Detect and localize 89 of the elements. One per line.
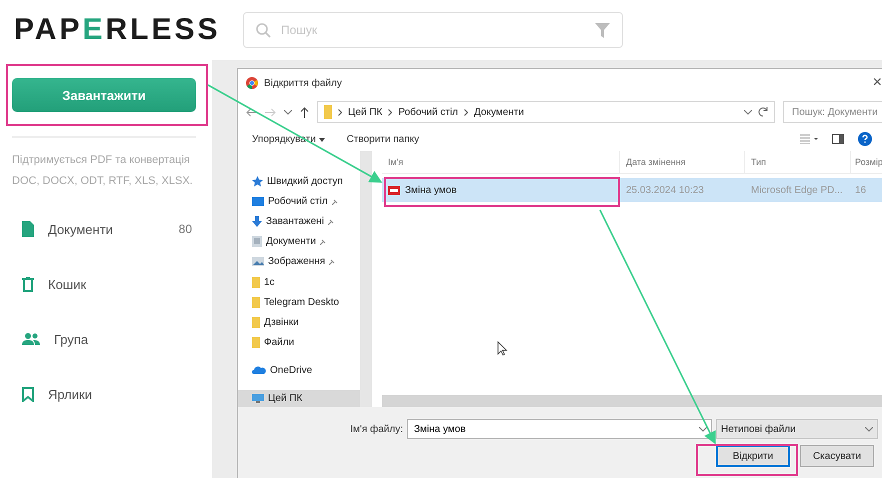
sidebar-item[interactable]: Кошик [22, 273, 192, 295]
pin-icon [329, 258, 336, 265]
chevron-down-icon[interactable] [744, 110, 752, 114]
file-row[interactable]: Зміна умов 25.03.2024 10:23 Microsoft Edge PD... 16 [382, 178, 882, 202]
chevron-down-icon [699, 426, 707, 432]
document-icon [252, 236, 262, 248]
file-date: 25.03.2024 10:23 [626, 184, 704, 196]
new-folder-button[interactable]: Створити папку [346, 134, 420, 144]
star-icon [252, 176, 263, 188]
navigation-item[interactable]: Завантажені [238, 213, 360, 230]
chevron-right-icon [338, 108, 342, 116]
dialog-title: Відкриття файлу [264, 78, 342, 88]
search-field[interactable]: Пошук [243, 12, 623, 48]
navigation-item[interactable]: Швидкий доступ [238, 173, 360, 190]
browser-logo-icon [246, 77, 258, 89]
folder-icon [252, 276, 260, 288]
bookmark-icon [22, 386, 34, 402]
address-bar[interactable]: Цей ПК Робочий стіл Документи [317, 101, 775, 123]
horizontal-scrollbar[interactable] [382, 395, 882, 407]
column-header[interactable]: Дата змінення [620, 151, 745, 173]
view-options-icon[interactable] [800, 134, 818, 144]
navigation-item[interactable]: Дзвінки [238, 314, 360, 331]
folder-icon [252, 316, 260, 328]
breadcrumb[interactable]: Документи [474, 106, 524, 118]
chevron-right-icon [464, 108, 468, 116]
up-button[interactable] [300, 106, 309, 118]
navigation-item[interactable]: Telegram Deskto [238, 294, 360, 311]
chevron-down-icon [865, 426, 873, 432]
search-input[interactable]: Пошук [279, 22, 587, 38]
picture-icon [252, 257, 264, 266]
app-logo: PAPERLESS [13, 13, 215, 47]
file-name: Зміна умов [405, 184, 457, 196]
sidebar-item-label: Ярлики [48, 386, 92, 402]
supported-formats-text: Підтримується PDF та конвертація DOC, DOCX, ODT, RTF, XLS, XLSX. [12, 153, 194, 189]
preview-pane-icon[interactable] [832, 134, 844, 144]
people-icon [22, 333, 40, 345]
navigation-item[interactable]: 1с [238, 273, 360, 291]
pdf-file-icon [388, 186, 400, 194]
file-type-dropdown[interactable]: Нетипові файли [716, 419, 878, 439]
sidebar-item[interactable]: Ярлики [22, 383, 192, 405]
navigation-item[interactable]: Файли [238, 334, 360, 351]
desktop-icon [252, 197, 264, 206]
item-count: 80 [178, 222, 192, 236]
forward-arrow-icon [265, 108, 276, 116]
cloud-icon [252, 366, 266, 374]
folder-icon [252, 296, 260, 308]
sidebar-item-label: Група [54, 332, 88, 346]
back-button[interactable] [246, 108, 257, 116]
pin-icon [320, 238, 326, 245]
folder-search-field[interactable]: Пошук: Документи [783, 101, 882, 123]
navigation-item[interactable]: OneDrive [238, 362, 360, 379]
pin-icon [332, 198, 338, 205]
file-size: 16 [855, 184, 866, 196]
filename-field[interactable]: Зміна умов [407, 419, 712, 439]
navigation-item[interactable]: Цей ПК [238, 390, 360, 407]
recent-button[interactable] [284, 110, 292, 114]
sidebar-item-label: Документи [48, 222, 113, 236]
breadcrumb[interactable]: Робочий стіл [398, 106, 458, 118]
chevron-down-icon [284, 110, 292, 114]
filename-label: Ім'я файлу: [350, 424, 403, 434]
column-header[interactable]: Тип [745, 151, 851, 173]
refresh-icon[interactable] [758, 107, 768, 117]
vertical-scrollbar[interactable] [360, 151, 372, 407]
help-icon[interactable] [858, 132, 872, 146]
navigation-item[interactable]: Зображення [238, 253, 360, 270]
search-icon [256, 22, 271, 38]
file-type: Microsoft Edge PD... [751, 184, 843, 196]
caret-icon [318, 138, 325, 142]
cancel-button[interactable]: Скасувати [800, 445, 874, 467]
mouse-cursor-icon [498, 341, 508, 356]
folder-icon [252, 336, 260, 348]
folder-icon [324, 105, 332, 119]
up-arrow-icon [300, 106, 309, 118]
breadcrumb[interactable]: Цей ПК [348, 106, 382, 118]
navigation-item[interactable]: Робочий стіл [238, 193, 360, 210]
sidebar-item[interactable]: Група [22, 328, 192, 350]
navigation-item[interactable]: Документи [238, 233, 360, 250]
document-icon [22, 221, 34, 237]
trash-icon [22, 276, 34, 292]
close-button[interactable]: × [872, 74, 882, 92]
computer-icon [252, 394, 264, 403]
sidebar-item-label: Кошик [48, 276, 86, 292]
download-icon [252, 216, 262, 228]
column-header[interactable]: Ім'я [382, 151, 620, 173]
chevron-right-icon [388, 108, 392, 116]
sidebar-item[interactable]: Документи 80 [22, 218, 192, 240]
back-arrow-icon [246, 108, 257, 116]
pin-icon [328, 218, 334, 225]
open-button[interactable]: Відкрити [716, 445, 790, 467]
